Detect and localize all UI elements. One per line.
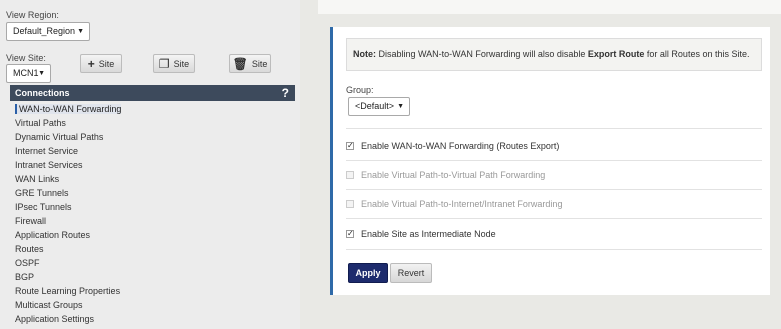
- option-label: Enable Site as Intermediate Node: [361, 229, 496, 239]
- note-text-2: for all Routes on this Site.: [644, 49, 750, 59]
- delete-site-button[interactable]: 🗑 Site: [229, 54, 271, 73]
- option-vp-to-internet-forwarding: Enable Virtual Path-to-Internet/Intranet…: [346, 199, 562, 209]
- plus-icon: +: [87, 56, 95, 71]
- site-select-value: MCN1: [13, 68, 39, 78]
- sidebar-item-multicast-groups[interactable]: Multicast Groups: [15, 298, 295, 312]
- top-strip: [318, 0, 781, 14]
- region-select-value: Default_Region: [13, 26, 76, 36]
- divider: [346, 218, 762, 219]
- sidebar-item-bgp[interactable]: BGP: [15, 270, 295, 284]
- site-select[interactable]: MCN1 ▼: [6, 64, 51, 83]
- sidebar-item-intranet-services[interactable]: Intranet Services: [15, 158, 295, 172]
- chevron-down-icon: ▼: [38, 70, 45, 77]
- chevron-down-icon: ▼: [77, 28, 84, 35]
- sidebar-item-dynamic-virtual-paths[interactable]: Dynamic Virtual Paths: [15, 130, 295, 144]
- checkbox-wan-to-wan-forwarding[interactable]: ✓: [346, 142, 354, 150]
- checkbox-intermediate-node[interactable]: ✓: [346, 230, 354, 238]
- view-site-label: View Site:: [6, 53, 46, 63]
- divider: [346, 128, 762, 129]
- sidebar-item-ipsec-tunnels[interactable]: IPsec Tunnels: [15, 200, 295, 214]
- note-box: Note: Disabling WAN-to-WAN Forwarding wi…: [346, 38, 762, 71]
- sidebar-item-internet-service[interactable]: Internet Service: [15, 144, 295, 158]
- sidebar-item-firewall[interactable]: Firewall: [15, 214, 295, 228]
- option-label: Enable WAN-to-WAN Forwarding (Routes Exp…: [361, 141, 560, 151]
- delete-site-label: Site: [251, 58, 268, 69]
- sidebar-item-wan-to-wan-forwarding[interactable]: WAN-to-WAN Forwarding: [15, 102, 295, 116]
- sidebar-item-routes[interactable]: Routes: [15, 242, 295, 256]
- trash-icon: 🗑: [232, 56, 248, 71]
- note-label: Note:: [353, 49, 376, 59]
- option-wan-to-wan-forwarding[interactable]: ✓ Enable WAN-to-WAN Forwarding (Routes E…: [346, 141, 559, 151]
- checkbox-vp-to-vp-forwarding: [346, 171, 354, 179]
- option-label: Enable Virtual Path-to-Virtual Path Forw…: [361, 170, 546, 180]
- region-select[interactable]: Default_Region ▼: [6, 22, 90, 41]
- view-region-label: View Region:: [6, 10, 59, 20]
- sidebar-item-wan-links[interactable]: WAN Links: [15, 172, 295, 186]
- sidebar-item-ospf[interactable]: OSPF: [15, 256, 295, 270]
- group-label: Group:: [346, 85, 374, 95]
- divider: [346, 249, 762, 250]
- checkbox-vp-to-internet-forwarding: [346, 200, 354, 208]
- copy-site-button[interactable]: ❐ Site: [153, 54, 195, 73]
- sidebar: View Region: Default_Region ▼ View Site:…: [0, 0, 300, 329]
- help-icon[interactable]: ?: [282, 85, 289, 101]
- connections-nav: WAN-to-WAN Forwarding Virtual Paths Dyna…: [15, 102, 295, 326]
- sidebar-item-application-routes[interactable]: Application Routes: [15, 228, 295, 242]
- note-text-1: Disabling WAN-to-WAN Forwarding will als…: [376, 49, 588, 59]
- sidebar-item-gre-tunnels[interactable]: GRE Tunnels: [15, 186, 295, 200]
- group-select[interactable]: <Default> ▼: [348, 97, 410, 116]
- add-site-button[interactable]: + Site: [80, 54, 122, 73]
- option-label: Enable Virtual Path-to-Internet/Intranet…: [361, 199, 563, 209]
- option-intermediate-node[interactable]: ✓ Enable Site as Intermediate Node: [346, 229, 496, 239]
- wan-forwarding-panel: Note: Disabling WAN-to-WAN Forwarding wi…: [330, 27, 770, 295]
- copy-site-label: Site: [173, 58, 190, 69]
- connections-title: Connections: [15, 88, 70, 98]
- add-site-label: Site: [98, 58, 115, 69]
- group-select-value: <Default>: [355, 101, 395, 111]
- option-vp-to-vp-forwarding: Enable Virtual Path-to-Virtual Path Forw…: [346, 170, 545, 180]
- copy-icon: ❐: [158, 56, 170, 71]
- divider: [346, 189, 762, 190]
- sidebar-item-virtual-paths[interactable]: Virtual Paths: [15, 116, 295, 130]
- sidebar-item-application-settings[interactable]: Application Settings: [15, 312, 295, 326]
- note-bold: Export Route: [587, 49, 645, 59]
- revert-button[interactable]: Revert: [390, 263, 432, 283]
- connections-header: Connections ?: [10, 85, 295, 101]
- sidebar-item-route-learning-properties[interactable]: Route Learning Properties: [15, 284, 295, 298]
- chevron-down-icon: ▼: [397, 103, 404, 110]
- apply-button[interactable]: Apply: [348, 263, 388, 283]
- divider: [346, 160, 762, 161]
